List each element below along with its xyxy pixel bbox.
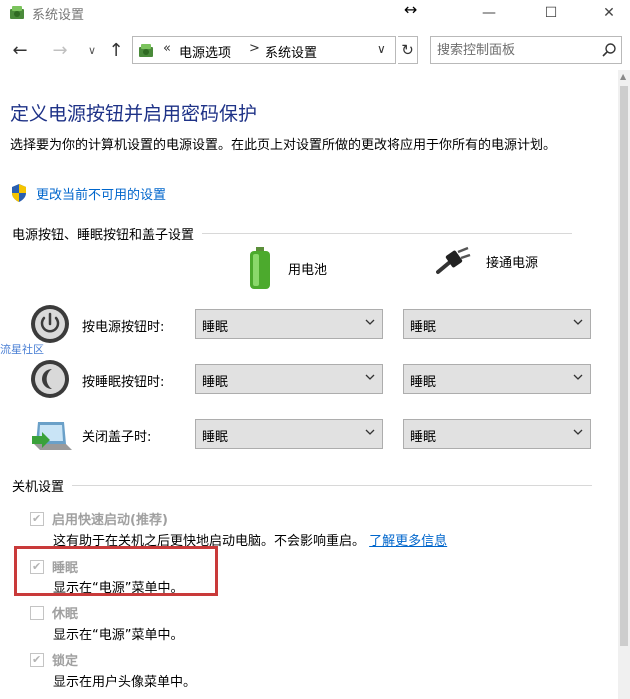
hibernate-description: 显示在“电源”菜单中。 <box>53 628 184 643</box>
power-button-label: 按电源按钮时: <box>82 320 165 335</box>
plugged-column-header: 接通电源 <box>436 246 538 276</box>
chevron-down-icon <box>365 429 375 435</box>
checkmark-icon: ✔ <box>32 652 42 666</box>
checkmark-icon: ✔ <box>32 511 42 525</box>
change-unavailable-settings-link[interactable]: 更改当前不可用的设置 <box>10 183 166 203</box>
lock-label: 锁定 <box>52 654 79 669</box>
minimize-button[interactable]: — <box>466 0 512 26</box>
section-divider <box>202 233 573 234</box>
title-bar: 系统设置 ↔ — ☐ ✕ <box>0 0 630 26</box>
search-input[interactable] <box>437 40 587 60</box>
page-title: 定义电源按钮并启用密码保护 <box>10 103 258 125</box>
power-button-plugged-select[interactable]: 睡眠 <box>403 309 591 339</box>
fast-startup-checkbox[interactable]: ✔ <box>30 511 44 526</box>
back-button[interactable]: ← <box>8 38 32 62</box>
lid-close-plugged-select[interactable]: 睡眠 <box>403 419 591 449</box>
search-box[interactable] <box>430 36 622 64</box>
hibernate-checkbox[interactable] <box>30 605 44 620</box>
power-button-battery-select[interactable]: 睡眠 <box>195 309 383 339</box>
lock-option[interactable]: ✔ 锁定 <box>30 650 78 669</box>
address-box[interactable]: « 电源选项 > 系统设置 ∨ <box>132 36 396 64</box>
chevron-down-icon <box>365 319 375 325</box>
address-bar: ← → ∨ ↑ « 电源选项 > 系统设置 ∨ ↻ <box>0 34 630 68</box>
window-title: 系统设置 <box>32 8 85 23</box>
page-description: 选择要为你的计算机设置的电源设置。在此页上对设置所做的更改将应用于你所有的电源计… <box>10 138 557 153</box>
breadcrumb-overflow[interactable]: « <box>163 41 171 56</box>
lock-checkbox[interactable]: ✔ <box>30 652 44 667</box>
sleep-button-label: 按睡眠按钮时: <box>82 375 165 390</box>
select-value: 睡眠 <box>410 430 437 445</box>
shutdown-section-title: 关机设置 <box>12 480 65 495</box>
chevron-down-icon <box>365 374 375 380</box>
buttons-section-title: 电源按钮、睡眠按钮和盖子设置 <box>12 228 195 243</box>
breadcrumb-system-settings[interactable]: 系统设置 <box>265 42 317 61</box>
lid-close-battery-select[interactable]: 睡眠 <box>195 419 383 449</box>
select-value: 睡眠 <box>410 375 437 390</box>
scroll-up-icon[interactable]: ▲ <box>620 72 626 81</box>
refresh-button[interactable]: ↻ <box>398 36 418 64</box>
battery-column-header: 用电池 <box>248 246 327 290</box>
sleep-button-plugged-select[interactable]: 睡眠 <box>403 364 591 394</box>
sleep-button-battery-select[interactable]: 睡眠 <box>195 364 383 394</box>
highlight-annotation-box <box>14 546 218 596</box>
select-value: 睡眠 <box>410 320 437 335</box>
close-button[interactable]: ✕ <box>586 0 630 26</box>
vertical-scrollbar[interactable]: ▲ <box>618 70 630 699</box>
control-panel-icon <box>139 44 153 57</box>
search-icon[interactable] <box>601 42 617 58</box>
select-value: 睡眠 <box>202 320 229 335</box>
chevron-down-icon <box>573 429 583 435</box>
recent-locations-button[interactable]: ∨ <box>80 38 104 62</box>
shutdown-section-heading: 关机设置 <box>12 476 593 495</box>
change-link-label[interactable]: 更改当前不可用的设置 <box>36 184 166 203</box>
learn-more-link[interactable]: 了解更多信息 <box>369 534 447 549</box>
fast-startup-option[interactable]: ✔ 启用快速启动(推荐) <box>30 509 168 528</box>
watermark-text: 流星社区 <box>0 343 44 356</box>
lid-close-label: 关闭盖子时: <box>82 430 152 445</box>
maximize-button[interactable]: ☐ <box>528 0 574 26</box>
fast-startup-label: 启用快速启动(推荐) <box>52 513 168 528</box>
scrollbar-thumb[interactable] <box>620 86 628 646</box>
plugged-column-label: 接通电源 <box>486 255 539 271</box>
resize-cursor-icon: ↔ <box>404 0 418 19</box>
sleep-button-icon <box>31 360 69 398</box>
section-divider <box>72 485 593 486</box>
address-dropdown-button[interactable]: ∨ <box>377 42 386 56</box>
chevron-down-icon <box>573 374 583 380</box>
breadcrumb-separator: > <box>249 41 260 56</box>
breadcrumb-power-options[interactable]: 电源选项 <box>179 42 231 61</box>
forward-button[interactable]: → <box>48 38 72 62</box>
hibernate-option[interactable]: 休眠 <box>30 603 78 622</box>
up-button[interactable]: ↑ <box>104 38 128 62</box>
buttons-section-heading: 电源按钮、睡眠按钮和盖子设置 <box>12 224 573 243</box>
hibernate-label: 休眠 <box>52 607 79 622</box>
battery-icon <box>250 247 270 289</box>
select-value: 睡眠 <box>202 430 229 445</box>
laptop-lid-icon <box>32 422 72 450</box>
power-button-icon <box>31 305 69 343</box>
uac-shield-icon <box>12 184 26 202</box>
lock-description: 显示在用户头像菜单中。 <box>53 675 197 690</box>
chevron-down-icon <box>573 319 583 325</box>
power-plug-icon <box>436 246 471 274</box>
battery-column-label: 用电池 <box>288 262 328 278</box>
control-panel-icon <box>10 6 24 19</box>
select-value: 睡眠 <box>202 375 229 390</box>
